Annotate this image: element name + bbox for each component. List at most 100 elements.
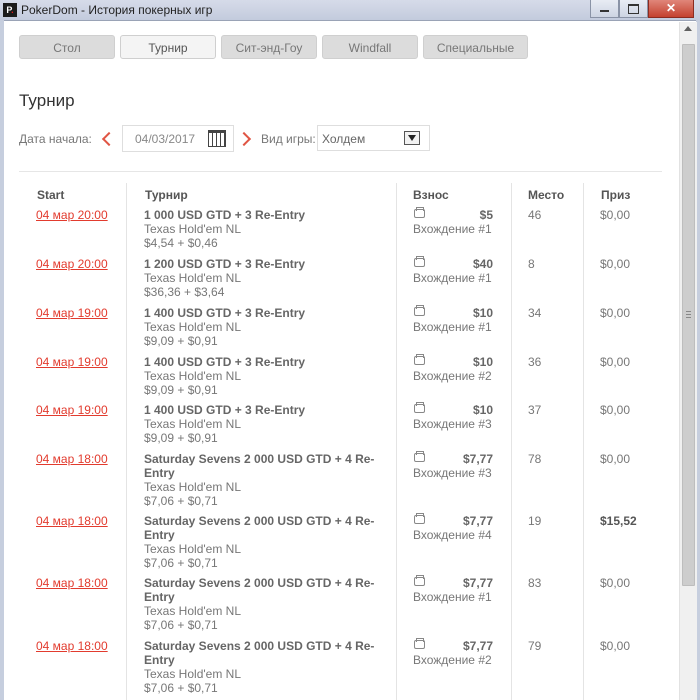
- wallet-icon: [414, 207, 425, 218]
- finish-place: 8: [528, 257, 535, 271]
- entry-number: Вхождение #2: [413, 369, 492, 383]
- entry-number: Вхождение #1: [413, 320, 492, 334]
- start-time-link[interactable]: 04 мар 18:00: [36, 639, 108, 653]
- pokerdom-app-icon: P.: [3, 3, 17, 17]
- wallet-icon: [414, 638, 425, 649]
- column-header-place: Место: [528, 188, 565, 202]
- buyin-breakdown: $4,54 + $0,46: [144, 236, 218, 250]
- scrollbar-thumb[interactable]: [682, 44, 695, 586]
- window-title: PokerDom - История покерных игр: [21, 3, 213, 17]
- entry-fee: $7,77: [462, 576, 493, 590]
- finish-place: 19: [528, 514, 542, 528]
- finish-place: 83: [528, 576, 542, 590]
- column-header-tournament: Турнир: [145, 188, 188, 202]
- tab-special[interactable]: Специальные: [423, 35, 528, 59]
- dropdown-arrow-icon[interactable]: [404, 131, 420, 145]
- previous-date-chevron-icon[interactable]: [101, 131, 117, 147]
- finish-place: 37: [528, 403, 542, 417]
- entry-number: Вхождение #1: [413, 271, 492, 285]
- close-button[interactable]: ✕: [648, 0, 694, 18]
- start-time-link[interactable]: 04 мар 19:00: [36, 355, 108, 369]
- wallet-icon: [414, 256, 425, 267]
- start-time-link[interactable]: 04 мар 19:00: [36, 306, 108, 320]
- wallet-icon: [414, 513, 425, 524]
- buyin-breakdown: $7,06 + $0,71: [144, 681, 218, 695]
- buyin-breakdown: $7,06 + $0,71: [144, 618, 218, 632]
- tab-windfall[interactable]: Windfall: [322, 35, 418, 59]
- close-icon: ✕: [665, 1, 677, 15]
- entry-fee: $7,77: [462, 514, 493, 528]
- entry-fee: $40: [472, 257, 493, 271]
- game-type-select[interactable]: Холдем: [317, 125, 430, 151]
- scroll-up-arrow-icon[interactable]: [684, 26, 692, 31]
- column-divider: [126, 183, 127, 700]
- window-controls: ✕: [590, 0, 694, 18]
- tournament-name: 1 200 USD GTD + 3 Re-Entry: [144, 257, 306, 271]
- game-variant: Texas Hold'em NL: [144, 369, 241, 383]
- entry-number: Вхождение #3: [413, 466, 492, 480]
- next-date-chevron-icon[interactable]: [236, 131, 252, 147]
- finish-place: 34: [528, 306, 542, 320]
- column-header-start: Start: [37, 188, 65, 202]
- page-title: Турнир: [19, 91, 75, 110]
- tournament-name: Saturday Sevens 2 000 USD GTD + 4 Re-Ent…: [144, 639, 375, 667]
- game-variant: Texas Hold'em NL: [144, 320, 241, 334]
- prize-amount: $0,00: [600, 306, 631, 320]
- column-divider: [396, 183, 397, 700]
- entry-fee: $10: [472, 306, 493, 320]
- game-variant: Texas Hold'em NL: [144, 480, 241, 494]
- window-titlebar: P. PokerDom - История покерных игр ✕: [0, 0, 700, 21]
- game-type-tabs: Стол Турнир Сит-энд-Гоу Windfall Специал…: [19, 35, 528, 59]
- tournament-name: 1 400 USD GTD + 3 Re-Entry: [144, 306, 306, 320]
- entry-fee: $10: [472, 355, 493, 369]
- vertical-scrollbar[interactable]: [679, 22, 697, 700]
- entry-number: Вхождение #3: [413, 417, 492, 431]
- entry-number: Вхождение #1: [413, 222, 492, 236]
- buyin-breakdown: $36,36 + $3,64: [144, 285, 225, 299]
- entry-fee: $7,77: [462, 452, 493, 466]
- tournament-name: Saturday Sevens 2 000 USD GTD + 4 Re-Ent…: [144, 576, 375, 604]
- wallet-icon: [414, 451, 425, 462]
- game-variant: Texas Hold'em NL: [144, 417, 241, 431]
- column-header-fee: Взнос: [413, 188, 449, 202]
- buyin-breakdown: $9,09 + $0,91: [144, 431, 218, 445]
- start-time-link[interactable]: 04 мар 20:00: [36, 257, 108, 271]
- buyin-breakdown: $7,06 + $0,71: [144, 494, 218, 508]
- game-variant: Texas Hold'em NL: [144, 222, 241, 236]
- tab-sit-and-go[interactable]: Сит-энд-Гоу: [221, 35, 317, 59]
- entry-fee: $7,77: [462, 639, 493, 653]
- prize-amount: $15,52: [600, 514, 637, 528]
- finish-place: 46: [528, 208, 542, 222]
- start-date-value: 04/03/2017: [135, 132, 196, 146]
- prize-amount: $0,00: [600, 355, 631, 369]
- wallet-icon: [414, 305, 425, 316]
- start-time-link[interactable]: 04 мар 18:00: [36, 514, 108, 528]
- column-divider: [583, 183, 584, 700]
- start-time-link[interactable]: 04 мар 19:00: [36, 403, 108, 417]
- start-time-link[interactable]: 04 мар 18:00: [36, 452, 108, 466]
- minimize-button[interactable]: [590, 0, 619, 18]
- entry-number: Вхождение #4: [413, 528, 492, 542]
- tournament-name: 1 400 USD GTD + 3 Re-Entry: [144, 355, 306, 369]
- filter-divider: [19, 171, 662, 172]
- start-time-link[interactable]: 04 мар 20:00: [36, 208, 108, 222]
- finish-place: 79: [528, 639, 542, 653]
- finish-place: 36: [528, 355, 542, 369]
- calendar-icon[interactable]: [208, 130, 226, 147]
- buyin-breakdown: $7,06 + $0,71: [144, 556, 218, 570]
- column-divider: [511, 183, 512, 700]
- maximize-button[interactable]: [619, 0, 648, 18]
- prize-amount: $0,00: [600, 257, 631, 271]
- game-variant: Texas Hold'em NL: [144, 542, 241, 556]
- tab-table[interactable]: Стол: [19, 35, 115, 59]
- prize-amount: $0,00: [600, 639, 631, 653]
- start-time-link[interactable]: 04 мар 18:00: [36, 576, 108, 590]
- entry-fee: $10: [472, 403, 493, 417]
- start-date-field[interactable]: 04/03/2017: [122, 125, 234, 152]
- tab-tournament[interactable]: Турнир: [120, 35, 216, 59]
- game-type-value: Холдем: [322, 132, 366, 146]
- window-frame-left: [0, 20, 4, 700]
- tournament-name: 1 400 USD GTD + 3 Re-Entry: [144, 403, 306, 417]
- prize-amount: $0,00: [600, 576, 631, 590]
- wallet-icon: [414, 402, 425, 413]
